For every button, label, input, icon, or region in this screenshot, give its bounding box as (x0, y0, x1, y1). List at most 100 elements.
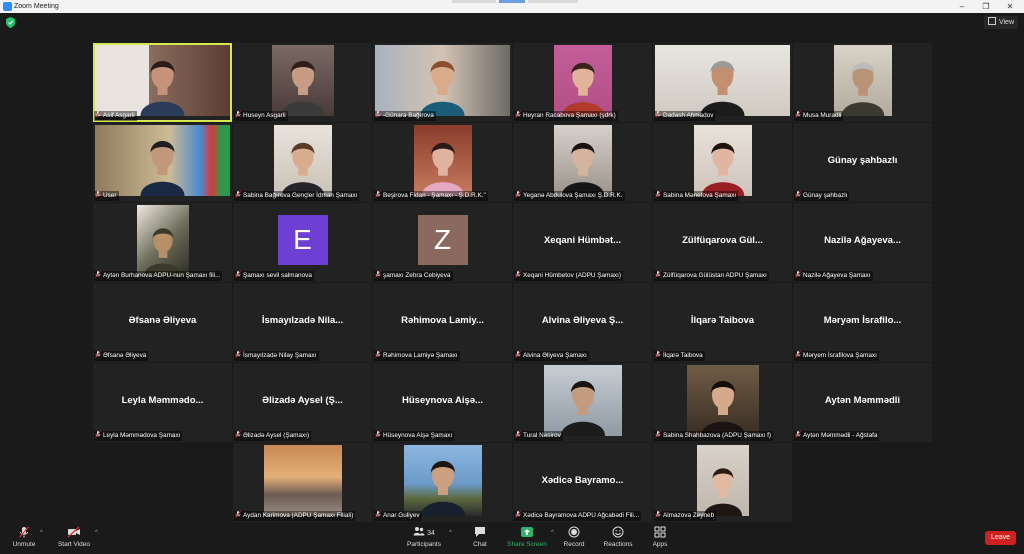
titlebar-tab (452, 0, 496, 3)
participant-tile[interactable]: Aytən Burhanova ADPU-nun Şamaxı fili... (93, 203, 232, 282)
video-options-caret-icon[interactable]: ^ (95, 530, 98, 536)
participant-name: Məryem İsrafilova Şamaxı (803, 352, 877, 359)
participants-button[interactable]: 34 Participants (402, 526, 446, 548)
participant-tile[interactable]: Zülfüqarova Gül... Zülfüqarova Gülüstan A… (653, 203, 792, 282)
start-video-button[interactable]: Start Video (55, 526, 93, 548)
participant-tile[interactable]: Anar Guliyev (373, 443, 512, 522)
muted-mic-icon (655, 431, 661, 438)
leave-button[interactable]: Leave (985, 531, 1016, 545)
participant-name-label: Zülfüqarova Gülüstan ADPU Şamaxı (654, 271, 769, 281)
participant-tile[interactable]: Sabina Mənefova Şamaxı (653, 123, 792, 202)
titlebar-tab (499, 0, 525, 3)
participant-display-name: Aytən Məmmədli (824, 395, 901, 406)
participant-tile[interactable]: Musa Muradli (793, 43, 932, 122)
participant-tile[interactable]: Aytən Məmmədli Aytən Məmmədli - Ağstafa (793, 363, 932, 442)
participant-name: Günay şahbazlı (803, 192, 848, 199)
participant-display-name: Alvina Əliyeva Ş... (541, 315, 624, 326)
participant-tile[interactable]: Yeganə Abdulova Şamaxı Ş.D.R.K. (513, 123, 652, 202)
participant-tile[interactable]: Tural Nəsirov (513, 363, 652, 442)
avatar: Z (417, 215, 468, 265)
participant-tile[interactable]: Məryəm İsrafilo... Məryem İsrafilova Şama… (793, 283, 932, 362)
participant-display-name: İsmayılzadə Nila... (261, 315, 344, 326)
unmute-button[interactable]: Unmute (10, 526, 38, 548)
participant-tile[interactable]: İsmayılzadə Nila... İsmayılzadə Nilay Şam… (233, 283, 372, 362)
participant-tile[interactable]: Dadash Ahmadov (653, 43, 792, 122)
video-feed (413, 125, 472, 196)
participants-options-caret-icon[interactable]: ^ (449, 530, 452, 536)
participant-name-label: Rəhimova Lamiyə Şamaxı (374, 351, 460, 361)
muted-mic-icon (95, 351, 101, 358)
participant-tile[interactable]: Günay şahbazlı Günay şahbazlı (793, 123, 932, 202)
video-off-icon (67, 526, 80, 538)
muted-mic-icon (515, 511, 521, 518)
restore-icon[interactable]: ❐ (974, 0, 998, 13)
muted-mic-icon (655, 111, 661, 118)
muted-mic-icon (235, 511, 241, 518)
participant-name: Yeganə Abdulova Şamaxı Ş.D.R.K. (523, 192, 623, 199)
participant-name-label: Sabina Shahbazova (ADPU Şamaxı f) (654, 431, 773, 441)
participant-name: Leyla Məmmədova Şamaxı (103, 432, 181, 439)
participant-tile[interactable]: Heyran Racabova Şamaxı (şdrk) (513, 43, 652, 122)
participant-tile[interactable]: İlqarə Taibova İlqarə Taibova (653, 283, 792, 362)
chat-button[interactable]: Chat (468, 526, 492, 548)
participant-tile[interactable]: Alvina Əliyeva Ş... Alvina Əliyeva Şamaxı (513, 283, 652, 362)
participant-tile[interactable]: Leyla Məmmədo... Leyla Məmmədova Şamaxı (93, 363, 232, 442)
participant-name: Aydan Karimova (ADPU Şamaxı Filiali) (243, 512, 354, 519)
participant-tile[interactable]: Huseyn Asgarli (233, 43, 372, 122)
participant-name: Sabina Bağırova Gençler İdman Şamaxı (243, 192, 358, 199)
participant-tile[interactable]: Rəhimova Lamiy... Rəhimova Lamiyə Şamaxı (373, 283, 512, 362)
participant-name-label: şamaxı Zehra Cebiyeva (374, 271, 453, 281)
participant-name: Sabina Mənefova Şamaxı (663, 192, 737, 199)
record-button[interactable]: Record (561, 526, 587, 548)
share-options-caret-icon[interactable]: ^ (551, 530, 554, 536)
muted-mic-icon (795, 191, 801, 198)
participant-name-label: Xədicə Bayramova ADPU Ağcabədi Fili... (514, 511, 642, 521)
record-icon (568, 526, 580, 538)
participant-tile[interactable]: Xədicə Bayramo... Xədicə Bayramova ADPU A… (513, 443, 652, 522)
participant-tile[interactable]: Əfsanə Əliyeva Əfsanə Əliyeva (93, 283, 232, 362)
participant-tile[interactable]: E Şamaxı sevil salmanova (233, 203, 372, 282)
participant-name-label: Dadash Ahmadov (654, 111, 716, 121)
reactions-button[interactable]: Reactions (602, 526, 634, 548)
participant-name-label: İsmayılzadə Nilay Şamaxı (234, 351, 319, 361)
minimize-icon[interactable]: – (950, 0, 974, 13)
video-feed (833, 45, 892, 116)
view-button[interactable]: View (983, 16, 1018, 29)
participant-tile[interactable]: User (93, 123, 232, 202)
participant-tile[interactable]: Almazova Zeyneb (653, 443, 792, 522)
close-icon[interactable]: ✕ (998, 0, 1022, 13)
participant-tile[interactable]: Aydan Karimova (ADPU Şamaxı Filiali) (233, 443, 372, 522)
participant-tile[interactable]: -Günara Bağırova (373, 43, 512, 122)
participant-tile[interactable]: Əlizadə Aysel (Ş... Əlizadə Aysel (Şamaxı… (233, 363, 372, 442)
participant-name: Əfsanə Əliyeva (103, 352, 147, 359)
apps-label: Apps (652, 541, 668, 548)
participant-tile[interactable]: Beşirova Fidan - Şamaxı - Ş.D.R.K." (373, 123, 512, 202)
participant-name-label: Aytən Məmmədli - Ağstafa (794, 431, 880, 441)
gallery-grid: Asif Asgarli Huseyn Asgarli -Günara Bağı… (93, 43, 932, 522)
participant-tile[interactable]: Xeqani Hümbət... Xeqani Hümbetov (ADPU Şa… (513, 203, 652, 282)
muted-mic-icon (235, 351, 241, 358)
share-screen-button[interactable]: Share Screen (505, 526, 549, 548)
participant-tile[interactable]: Sabina Shahbazova (ADPU Şamaxı f) (653, 363, 792, 442)
participants-label: Participants (407, 541, 441, 548)
participant-tile[interactable]: Nazilə Ağayeva... Nazilə Ağayeva Şamaxı (793, 203, 932, 282)
audio-options-caret-icon[interactable]: ^ (40, 530, 43, 536)
participant-tile (793, 443, 932, 522)
chat-label: Chat (473, 541, 487, 548)
participant-tile[interactable]: Hüseynova Aişə... Hüseynova Aişə Şamaxı (373, 363, 512, 442)
window-titlebar: Zoom Meeting – ❐ ✕ (0, 0, 1024, 13)
participant-name: Alvina Əliyeva Şamaxı (523, 352, 587, 359)
video-feed (655, 45, 790, 116)
participant-name-label: Aydan Karimova (ADPU Şamaxı Filiali) (234, 511, 356, 521)
participant-name: Aytən Burhanova ADPU-nun Şamaxı fili... (103, 272, 221, 279)
participant-name-label: Məryem İsrafilova Şamaxı (794, 351, 879, 361)
shield-icon[interactable] (6, 17, 15, 28)
participant-name: Aytən Məmmədli - Ağstafa (803, 432, 878, 439)
participant-name: Heyran Racabova Şamaxı (şdrk) (523, 112, 616, 119)
muted-mic-icon (19, 526, 29, 538)
participant-tile[interactable]: Zşamaxı Zehra Cebiyeva (373, 203, 512, 282)
apps-button[interactable]: Apps (648, 526, 672, 548)
participant-display-name: Məryəm İsrafilo... (823, 315, 902, 326)
participant-tile[interactable]: Asif Asgarli (93, 43, 232, 122)
participant-tile[interactable]: Sabina Bağırova Gençler İdman Şamaxı (233, 123, 372, 202)
